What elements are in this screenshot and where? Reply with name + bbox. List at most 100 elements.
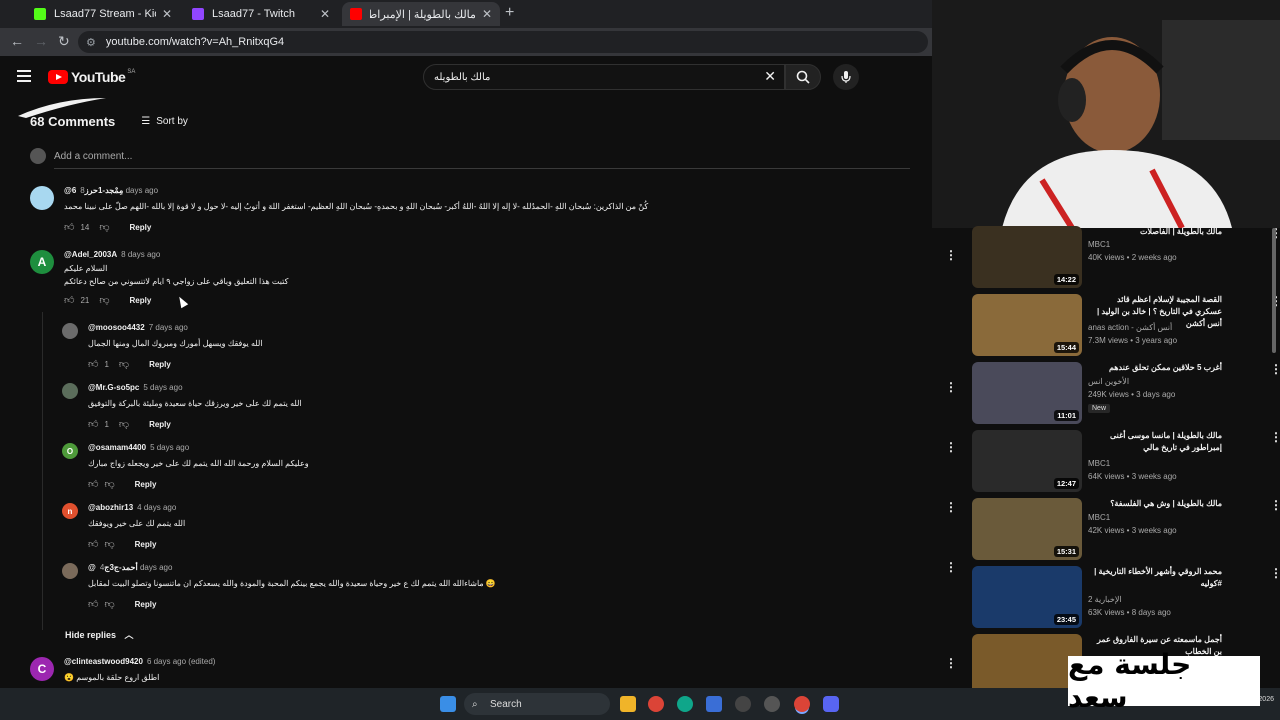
video-thumbnail[interactable]: 11:01: [972, 362, 1082, 424]
related-video[interactable]: 11:01 أغرب 5 حلاقين ممكن تحلق عندهم الأخ…: [972, 362, 1280, 426]
more-options-icon[interactable]: ⋮: [1270, 498, 1280, 512]
comment-author[interactable]: @Adel_2003A: [64, 250, 117, 259]
like-icon[interactable]: 👍︎: [64, 221, 74, 233]
video-title[interactable]: مالك بالطويلة | الفاصلات: [1088, 226, 1222, 238]
tab-youtube[interactable]: مالك بالطويلة | الإمبراطورية التي ✕: [342, 2, 500, 26]
related-video[interactable]: 23:45 محمد الروقي وأشهر الأخطاء التاريخي…: [972, 566, 1280, 630]
reply-button[interactable]: Reply: [135, 480, 157, 489]
windows-start-icon[interactable]: [440, 696, 456, 712]
channel-name[interactable]: الأخوين انس: [1088, 377, 1129, 386]
edge-icon[interactable]: [677, 696, 693, 712]
menu-icon[interactable]: [17, 70, 31, 82]
comment-age[interactable]: 5 days ago: [143, 383, 182, 392]
avatar[interactable]: n: [62, 503, 78, 519]
avatar[interactable]: C: [30, 657, 54, 681]
dislike-icon[interactable]: 👎︎: [119, 418, 129, 430]
comment-author[interactable]: @Mr.G-so5pc: [88, 383, 139, 392]
video-thumbnail[interactable]: 12:47: [972, 430, 1082, 492]
close-icon[interactable]: ✕: [162, 7, 172, 21]
hide-replies-button[interactable]: Hide replies ︿: [65, 628, 134, 641]
more-options-icon[interactable]: ⋮: [945, 380, 957, 394]
more-options-icon[interactable]: ⋮: [945, 656, 957, 670]
comment-age[interactable]: 6 days ago (edited): [147, 657, 216, 666]
reply-button[interactable]: Reply: [135, 540, 157, 549]
reply-button[interactable]: Reply: [130, 296, 152, 305]
comment-age[interactable]: 5 days ago: [150, 443, 189, 452]
voice-search-button[interactable]: [833, 64, 859, 90]
discord-icon[interactable]: [823, 696, 839, 712]
search-input[interactable]: مالك بالطويله ✕: [423, 64, 785, 90]
channel-name[interactable]: MBC1: [1088, 240, 1110, 249]
app-icon[interactable]: [764, 696, 780, 712]
tab-twitch[interactable]: Lsaad77 - Twitch ✕: [184, 2, 338, 26]
video-title[interactable]: مالك بالطويلة | وش هي الفلسفة؟: [1088, 498, 1222, 510]
comment-author[interactable]: @abozhir13: [88, 503, 133, 512]
video-thumbnail[interactable]: 23:45: [972, 566, 1082, 628]
like-icon[interactable]: 👍︎: [88, 598, 98, 610]
reply-button[interactable]: Reply: [135, 600, 157, 609]
more-options-icon[interactable]: ⋮: [1270, 430, 1280, 444]
like-icon[interactable]: 👍︎: [88, 538, 98, 550]
url-bar[interactable]: ⚙ youtube.com/watch?v=Ah_RnitxqG4: [78, 31, 928, 53]
more-options-icon[interactable]: ⋮: [1270, 362, 1280, 376]
youtube-logo[interactable]: YouTube SA: [48, 69, 135, 85]
like-icon[interactable]: 👍︎: [88, 418, 98, 430]
forward-icon[interactable]: →: [34, 33, 48, 49]
comment-author[interactable]: @أحمد-ج3ج: [88, 563, 138, 572]
add-comment-field[interactable]: Add a comment...: [30, 148, 910, 169]
close-icon[interactable]: ✕: [482, 7, 492, 21]
avatar[interactable]: A: [30, 250, 54, 274]
file-explorer-icon[interactable]: [620, 696, 636, 712]
store-icon[interactable]: [706, 696, 722, 712]
video-thumbnail[interactable]: [972, 634, 1082, 696]
related-video[interactable]: 15:31 مالك بالطويلة | وش هي الفلسفة؟ MBC…: [972, 498, 1280, 562]
more-options-icon[interactable]: ⋮: [945, 440, 957, 454]
back-icon[interactable]: ←: [10, 33, 24, 49]
chrome-active-icon[interactable]: [794, 696, 810, 712]
reload-icon[interactable]: ↻: [58, 33, 70, 50]
video-title[interactable]: أغرب 5 حلاقين ممكن تحلق عندهم: [1088, 362, 1222, 374]
related-video[interactable]: 12:47 مالك بالطويلة | مانسا موسى أغنى إم…: [972, 430, 1280, 494]
obs-icon[interactable]: [735, 696, 751, 712]
reply-button[interactable]: Reply: [149, 420, 171, 429]
clear-search-icon[interactable]: ✕: [764, 68, 776, 85]
dislike-icon[interactable]: 👎︎: [104, 538, 114, 550]
like-icon[interactable]: 👍︎: [88, 478, 98, 490]
video-thumbnail[interactable]: 15:44: [972, 294, 1082, 356]
avatar[interactable]: [62, 383, 78, 399]
video-thumbnail[interactable]: 15:31: [972, 498, 1082, 560]
comment-author[interactable]: @osamam4400: [88, 443, 146, 452]
chrome-icon[interactable]: [648, 696, 664, 712]
close-icon[interactable]: ✕: [320, 7, 330, 21]
related-video[interactable]: 14:22 مالك بالطويلة | الفاصلات MBC1 40K …: [972, 226, 1280, 290]
channel-name[interactable]: anas action - أنس أكشن: [1088, 323, 1172, 332]
dislike-icon[interactable]: 👎︎: [119, 358, 129, 370]
reply-button[interactable]: Reply: [149, 360, 171, 369]
comment-age[interactable]: 8 days ago: [121, 250, 160, 259]
scrollbar[interactable]: [1272, 228, 1276, 353]
search-button[interactable]: [785, 64, 821, 90]
video-title[interactable]: محمد الروقي وأشهر الأخطاء التاريخية | #ك…: [1088, 566, 1222, 590]
video-title[interactable]: مالك بالطويلة | مانسا موسى أغنى إمبراطور…: [1088, 430, 1222, 454]
channel-name[interactable]: الإخبارية 2: [1088, 595, 1122, 604]
like-icon[interactable]: 👍︎: [88, 358, 98, 370]
dislike-icon[interactable]: 👎︎: [99, 221, 109, 233]
sort-button[interactable]: ☰ Sort by: [141, 116, 188, 127]
site-info-icon[interactable]: ⚙: [86, 36, 96, 49]
dislike-icon[interactable]: 👎︎: [99, 294, 109, 306]
reply-button[interactable]: Reply: [130, 223, 152, 232]
tab-kick[interactable]: Lsaad77 Stream - Kick Dashboard ✕: [26, 2, 180, 26]
comment-age[interactable]: 7 days ago: [149, 323, 188, 332]
more-options-icon[interactable]: ⋮: [945, 560, 957, 574]
channel-name[interactable]: MBC1: [1088, 459, 1110, 468]
avatar[interactable]: [30, 186, 54, 210]
comment-author[interactable]: @مِمْجد-1حرز6: [64, 186, 123, 195]
video-thumbnail[interactable]: 14:22: [972, 226, 1082, 288]
more-options-icon[interactable]: ⋮: [945, 500, 957, 514]
avatar[interactable]: O: [62, 443, 78, 459]
dislike-icon[interactable]: 👎︎: [104, 598, 114, 610]
comment-author[interactable]: @moosoo4432: [88, 323, 145, 332]
avatar[interactable]: [62, 563, 78, 579]
related-video[interactable]: 15:44 القصة المجيبة لإسلام اعظم قائد عسك…: [972, 294, 1280, 358]
taskbar-search[interactable]: ⌕ Search: [464, 693, 610, 715]
